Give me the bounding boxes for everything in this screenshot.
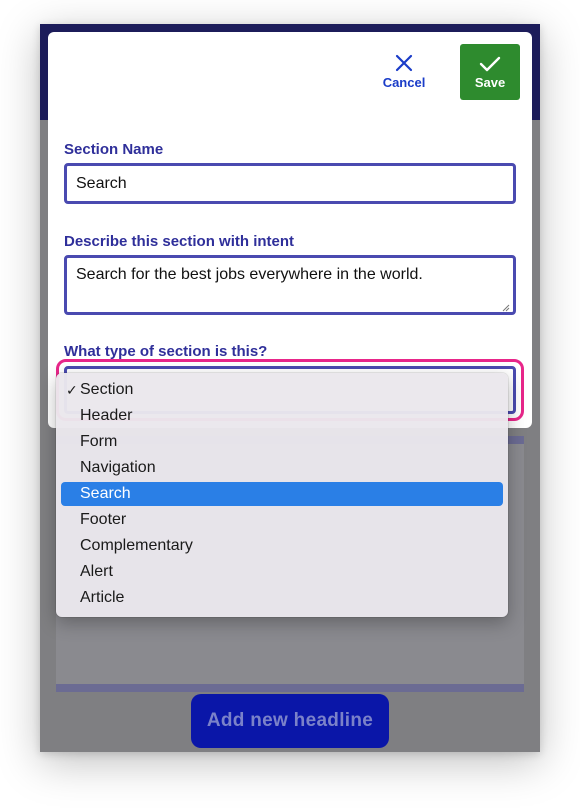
checkmark-icon: [479, 56, 501, 71]
option-section[interactable]: ✓ Section: [61, 378, 503, 402]
option-label: Alert: [80, 563, 113, 580]
option-label: Search: [80, 485, 131, 502]
option-footer[interactable]: Footer: [61, 508, 503, 532]
option-label: Article: [80, 589, 125, 606]
option-search[interactable]: Search: [61, 482, 503, 506]
description-textarea[interactable]: Search for the best jobs everywhere in t…: [64, 255, 516, 315]
option-label: Form: [80, 433, 118, 450]
option-label: Header: [80, 407, 133, 424]
description-label: Describe this section with intent: [64, 233, 295, 250]
cancel-label: Cancel: [382, 75, 426, 90]
option-label: Section: [80, 381, 134, 398]
section-type-dropdown: ✓ Section Header Form Navigation Search …: [56, 373, 508, 617]
option-form[interactable]: Form: [61, 430, 503, 454]
cancel-button[interactable]: Cancel: [378, 52, 430, 98]
option-alert[interactable]: Alert: [61, 560, 503, 584]
option-label: Footer: [80, 511, 127, 528]
save-label: Save: [474, 74, 506, 90]
close-icon: [395, 54, 413, 72]
save-button[interactable]: Save: [460, 44, 520, 100]
option-label: Complementary: [80, 537, 193, 554]
option-complementary[interactable]: Complementary: [61, 534, 503, 558]
option-label: Navigation: [80, 459, 156, 476]
resize-grip-icon[interactable]: [500, 302, 510, 312]
section-name-input[interactable]: [64, 163, 516, 204]
section-name-label: Section Name: [64, 141, 164, 158]
option-article[interactable]: Article: [61, 586, 503, 610]
option-navigation[interactable]: Navigation: [61, 456, 503, 480]
edit-section-modal: Cancel Save Section Name Describe this s…: [48, 32, 532, 428]
add-new-headline-button[interactable]: Add new headline: [191, 694, 389, 748]
section-type-label: What type of section is this?: [64, 343, 268, 360]
check-icon: ✓: [66, 382, 78, 398]
option-header[interactable]: Header: [61, 404, 503, 428]
